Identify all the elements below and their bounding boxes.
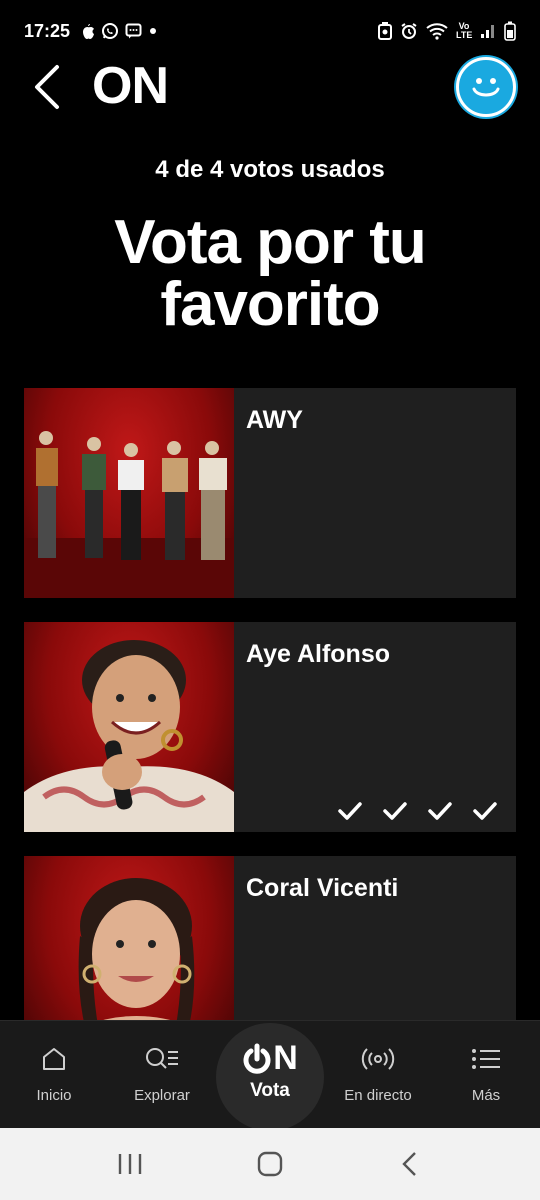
nav-item-en-directo[interactable]: En directo [324,1021,432,1129]
check-icon [336,797,363,824]
nav-label: En directo [344,1087,412,1104]
signal-icon [481,25,494,38]
contestant-photo [24,388,234,598]
chevron-left-icon [35,65,59,109]
on-logo-icon: ON N [243,1039,298,1078]
recent-apps-icon [118,1154,142,1174]
alarm-icon [401,23,417,39]
status-left-icons [80,22,158,40]
contestant-card-aye-alfonso[interactable]: Aye Alfonso [24,622,516,832]
android-nav-bar [0,1128,540,1200]
dot-icon [150,28,157,34]
home-icon [41,1045,67,1073]
nav-label: Más [471,1087,501,1104]
back-system-button[interactable] [380,1144,440,1184]
status-right-icons: Vo LTE [378,21,516,41]
contestant-name: Aye Alfonso [246,640,390,668]
nav-item-vota[interactable]: ON N Vota [216,1023,324,1131]
search-list-icon [144,1045,180,1073]
nav-label: Explorar [134,1087,190,1104]
profile-avatar[interactable] [456,57,516,117]
home-system-button[interactable] [240,1144,300,1184]
battery-saver-icon [378,22,392,40]
home-circle-icon [257,1151,283,1177]
battery-icon [504,21,516,41]
wifi-icon [426,23,448,40]
nav-label: Vota [250,1080,290,1101]
check-icon [381,797,408,824]
contestant-name: AWY [246,406,303,434]
nav-item-mas[interactable]: Más [432,1021,540,1129]
recent-apps-button[interactable] [100,1144,160,1184]
nav-label: Inicio [36,1087,72,1104]
contestant-photo [24,622,234,832]
on-logo-n: N [273,1039,298,1077]
check-icon [426,797,453,824]
broadcast-icon [361,1045,395,1073]
back-arrow-icon [402,1152,416,1176]
bottom-nav: Inicio Explorar ON N Vota En directo Más [0,1020,540,1131]
apple-icon [83,23,95,39]
app-header: ON [0,52,540,122]
contestant-card-awy[interactable]: AWY [24,388,516,598]
votes-used-text: 4 de 4 votos usados [155,156,385,183]
volte-icon: Vo LTE [456,21,473,40]
menu-list-icon [471,1045,501,1073]
smiley-icon [472,78,500,97]
nav-item-inicio[interactable]: Inicio [0,1021,108,1129]
contestant-name: Coral Vicenti [246,874,399,902]
back-button[interactable] [26,64,66,110]
status-time: 17:25 [24,20,71,41]
whatsapp-icon [102,23,119,39]
page-title: Vota por tu favorito [114,208,427,339]
message-icon [125,23,142,38]
check-icon [471,797,498,824]
nav-item-explorar[interactable]: Explorar [108,1021,216,1129]
vote-checks [336,797,498,824]
app-title: ON [92,57,169,115]
